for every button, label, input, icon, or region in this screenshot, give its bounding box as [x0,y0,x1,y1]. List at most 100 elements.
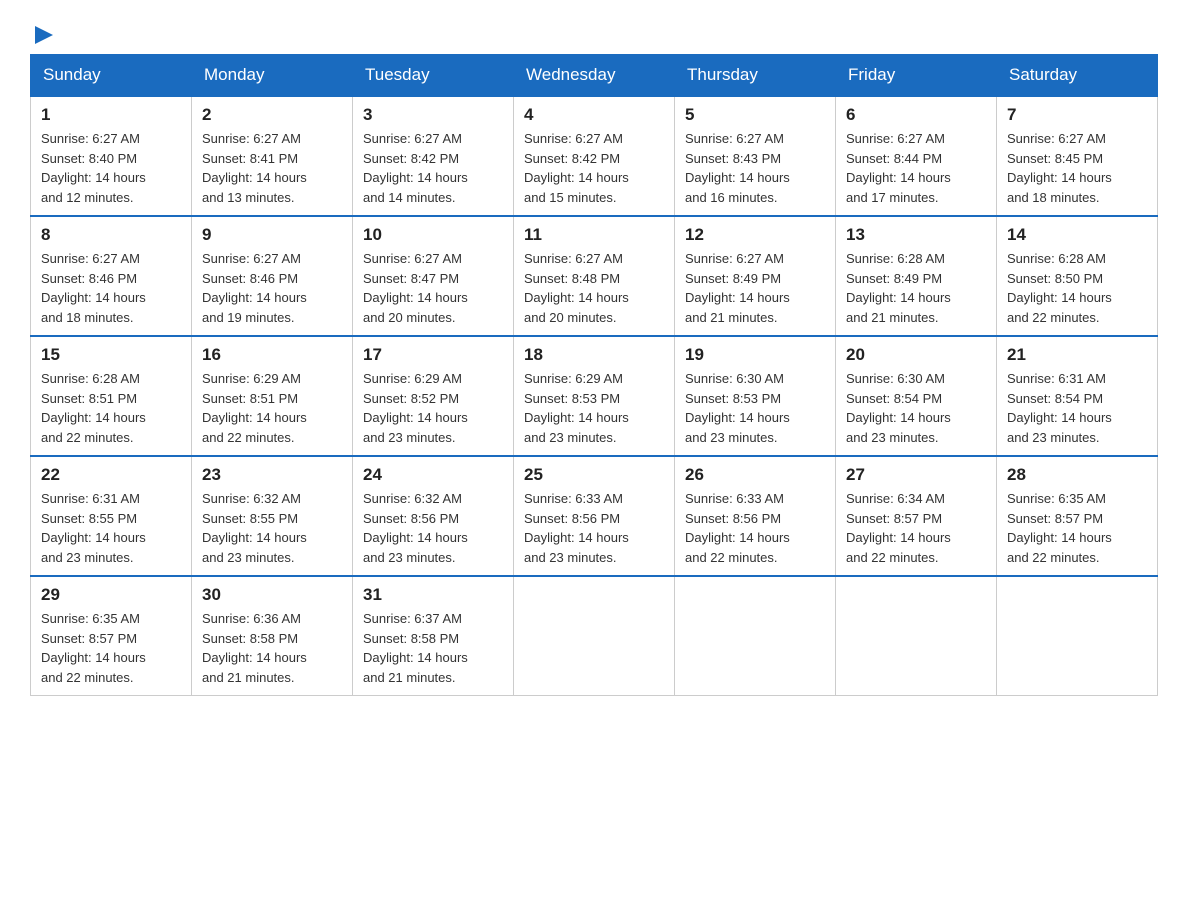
day-info: Sunrise: 6:27 AM Sunset: 8:42 PM Dayligh… [524,129,664,207]
day-number: 25 [524,465,664,485]
header-friday: Friday [836,55,997,97]
day-number: 13 [846,225,986,245]
day-number: 15 [41,345,181,365]
logo-blue-part [32,20,53,44]
day-number: 3 [363,105,503,125]
day-number: 7 [1007,105,1147,125]
calendar-cell: 18 Sunrise: 6:29 AM Sunset: 8:53 PM Dayl… [514,336,675,456]
calendar-cell [836,576,997,696]
day-info: Sunrise: 6:27 AM Sunset: 8:47 PM Dayligh… [363,249,503,327]
calendar-cell: 11 Sunrise: 6:27 AM Sunset: 8:48 PM Dayl… [514,216,675,336]
calendar-cell: 6 Sunrise: 6:27 AM Sunset: 8:44 PM Dayli… [836,96,997,216]
logo [30,20,53,44]
day-number: 23 [202,465,342,485]
day-number: 8 [41,225,181,245]
calendar-cell: 28 Sunrise: 6:35 AM Sunset: 8:57 PM Dayl… [997,456,1158,576]
day-info: Sunrise: 6:30 AM Sunset: 8:54 PM Dayligh… [846,369,986,447]
day-info: Sunrise: 6:27 AM Sunset: 8:45 PM Dayligh… [1007,129,1147,207]
day-info: Sunrise: 6:36 AM Sunset: 8:58 PM Dayligh… [202,609,342,687]
week-row-5: 29 Sunrise: 6:35 AM Sunset: 8:57 PM Dayl… [31,576,1158,696]
calendar-cell [675,576,836,696]
calendar-cell: 8 Sunrise: 6:27 AM Sunset: 8:46 PM Dayli… [31,216,192,336]
day-number: 16 [202,345,342,365]
day-number: 6 [846,105,986,125]
day-number: 18 [524,345,664,365]
calendar-cell: 7 Sunrise: 6:27 AM Sunset: 8:45 PM Dayli… [997,96,1158,216]
day-number: 29 [41,585,181,605]
header-monday: Monday [192,55,353,97]
calendar-cell: 4 Sunrise: 6:27 AM Sunset: 8:42 PM Dayli… [514,96,675,216]
day-info: Sunrise: 6:27 AM Sunset: 8:46 PM Dayligh… [202,249,342,327]
calendar-cell: 13 Sunrise: 6:28 AM Sunset: 8:49 PM Dayl… [836,216,997,336]
logo-text [30,20,53,44]
header-tuesday: Tuesday [353,55,514,97]
header-thursday: Thursday [675,55,836,97]
day-number: 2 [202,105,342,125]
week-row-4: 22 Sunrise: 6:31 AM Sunset: 8:55 PM Dayl… [31,456,1158,576]
week-row-3: 15 Sunrise: 6:28 AM Sunset: 8:51 PM Dayl… [31,336,1158,456]
calendar-cell: 17 Sunrise: 6:29 AM Sunset: 8:52 PM Dayl… [353,336,514,456]
day-number: 14 [1007,225,1147,245]
day-number: 26 [685,465,825,485]
day-info: Sunrise: 6:27 AM Sunset: 8:42 PM Dayligh… [363,129,503,207]
calendar-cell: 31 Sunrise: 6:37 AM Sunset: 8:58 PM Dayl… [353,576,514,696]
day-number: 21 [1007,345,1147,365]
calendar-cell: 27 Sunrise: 6:34 AM Sunset: 8:57 PM Dayl… [836,456,997,576]
calendar-cell: 14 Sunrise: 6:28 AM Sunset: 8:50 PM Dayl… [997,216,1158,336]
day-number: 10 [363,225,503,245]
calendar-cell: 22 Sunrise: 6:31 AM Sunset: 8:55 PM Dayl… [31,456,192,576]
day-number: 22 [41,465,181,485]
day-number: 20 [846,345,986,365]
week-row-2: 8 Sunrise: 6:27 AM Sunset: 8:46 PM Dayli… [31,216,1158,336]
day-number: 17 [363,345,503,365]
calendar-cell: 19 Sunrise: 6:30 AM Sunset: 8:53 PM Dayl… [675,336,836,456]
header-sunday: Sunday [31,55,192,97]
logo-arrow-icon [35,26,53,44]
day-info: Sunrise: 6:27 AM Sunset: 8:40 PM Dayligh… [41,129,181,207]
day-number: 30 [202,585,342,605]
day-number: 27 [846,465,986,485]
calendar-table: SundayMondayTuesdayWednesdayThursdayFrid… [30,54,1158,696]
day-info: Sunrise: 6:31 AM Sunset: 8:54 PM Dayligh… [1007,369,1147,447]
day-info: Sunrise: 6:27 AM Sunset: 8:43 PM Dayligh… [685,129,825,207]
day-info: Sunrise: 6:29 AM Sunset: 8:52 PM Dayligh… [363,369,503,447]
day-info: Sunrise: 6:34 AM Sunset: 8:57 PM Dayligh… [846,489,986,567]
day-info: Sunrise: 6:32 AM Sunset: 8:56 PM Dayligh… [363,489,503,567]
calendar-cell: 15 Sunrise: 6:28 AM Sunset: 8:51 PM Dayl… [31,336,192,456]
calendar-cell: 3 Sunrise: 6:27 AM Sunset: 8:42 PM Dayli… [353,96,514,216]
day-number: 24 [363,465,503,485]
day-info: Sunrise: 6:37 AM Sunset: 8:58 PM Dayligh… [363,609,503,687]
day-number: 9 [202,225,342,245]
day-info: Sunrise: 6:31 AM Sunset: 8:55 PM Dayligh… [41,489,181,567]
day-number: 1 [41,105,181,125]
day-info: Sunrise: 6:27 AM Sunset: 8:44 PM Dayligh… [846,129,986,207]
day-number: 28 [1007,465,1147,485]
day-info: Sunrise: 6:33 AM Sunset: 8:56 PM Dayligh… [685,489,825,567]
day-info: Sunrise: 6:27 AM Sunset: 8:46 PM Dayligh… [41,249,181,327]
calendar-cell: 5 Sunrise: 6:27 AM Sunset: 8:43 PM Dayli… [675,96,836,216]
day-info: Sunrise: 6:30 AM Sunset: 8:53 PM Dayligh… [685,369,825,447]
calendar-cell: 24 Sunrise: 6:32 AM Sunset: 8:56 PM Dayl… [353,456,514,576]
day-info: Sunrise: 6:27 AM Sunset: 8:48 PM Dayligh… [524,249,664,327]
day-info: Sunrise: 6:28 AM Sunset: 8:49 PM Dayligh… [846,249,986,327]
day-number: 31 [363,585,503,605]
calendar-cell [997,576,1158,696]
calendar-cell: 26 Sunrise: 6:33 AM Sunset: 8:56 PM Dayl… [675,456,836,576]
day-number: 5 [685,105,825,125]
page-header [30,20,1158,44]
calendar-cell: 20 Sunrise: 6:30 AM Sunset: 8:54 PM Dayl… [836,336,997,456]
day-info: Sunrise: 6:35 AM Sunset: 8:57 PM Dayligh… [41,609,181,687]
day-info: Sunrise: 6:29 AM Sunset: 8:53 PM Dayligh… [524,369,664,447]
calendar-cell: 25 Sunrise: 6:33 AM Sunset: 8:56 PM Dayl… [514,456,675,576]
day-info: Sunrise: 6:27 AM Sunset: 8:49 PM Dayligh… [685,249,825,327]
week-row-1: 1 Sunrise: 6:27 AM Sunset: 8:40 PM Dayli… [31,96,1158,216]
calendar-cell: 21 Sunrise: 6:31 AM Sunset: 8:54 PM Dayl… [997,336,1158,456]
calendar-cell: 9 Sunrise: 6:27 AM Sunset: 8:46 PM Dayli… [192,216,353,336]
calendar-cell: 29 Sunrise: 6:35 AM Sunset: 8:57 PM Dayl… [31,576,192,696]
calendar-cell: 2 Sunrise: 6:27 AM Sunset: 8:41 PM Dayli… [192,96,353,216]
calendar-cell: 1 Sunrise: 6:27 AM Sunset: 8:40 PM Dayli… [31,96,192,216]
calendar-cell [514,576,675,696]
day-info: Sunrise: 6:32 AM Sunset: 8:55 PM Dayligh… [202,489,342,567]
day-number: 4 [524,105,664,125]
day-info: Sunrise: 6:28 AM Sunset: 8:51 PM Dayligh… [41,369,181,447]
